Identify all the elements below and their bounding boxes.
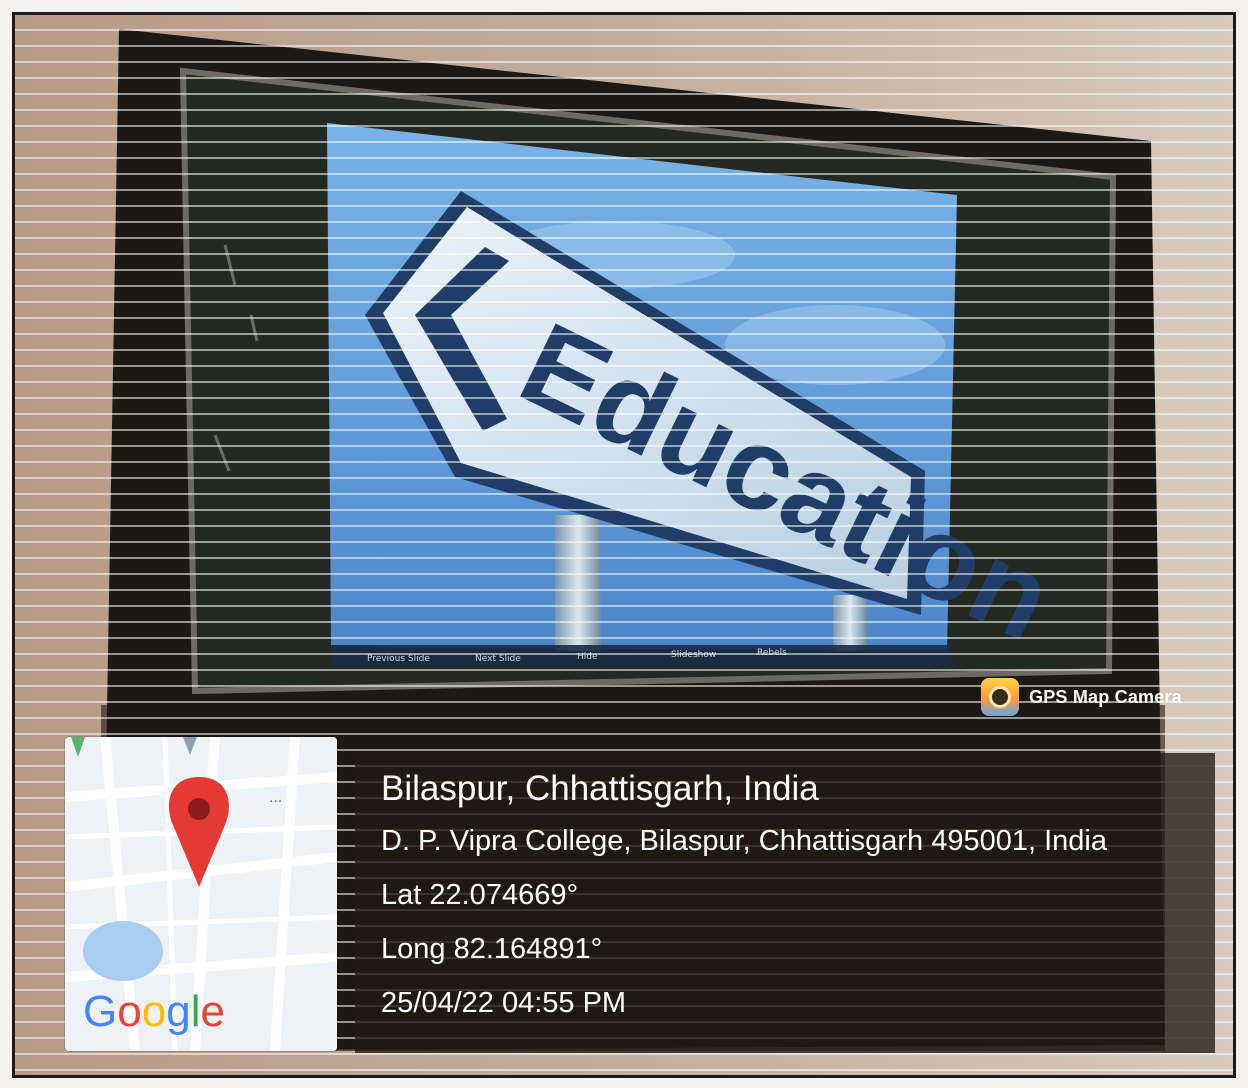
longitude: Long 82.164891° [381, 933, 603, 965]
latitude: Lat 22.074669° [381, 879, 579, 911]
gps-label: GPS Map Camera [1029, 686, 1182, 707]
control-prev: Previous Slide [367, 654, 430, 664]
location-address: D. P. Vipra College, Bilaspur, Chhattisg… [381, 825, 1108, 857]
timestamp: 25/04/22 04:55 PM [381, 987, 627, 1019]
control-rebels: Rebels [757, 648, 787, 658]
location-info: Bilaspur, Chhattisgarh, India D. P. Vipr… [381, 767, 1107, 1039]
control-slideshow: Slideshow [671, 650, 716, 660]
map-thumbnail: ... Google [65, 737, 337, 1051]
photo-frame: Education Previous Slide Next Slide Hide… [12, 12, 1236, 1078]
gps-map-camera-icon [981, 678, 1019, 716]
control-next: Next Slide [475, 654, 521, 664]
google-logo: Google [83, 987, 225, 1036]
control-hide: Hide [577, 652, 598, 662]
camera-lens-icon [989, 686, 1011, 708]
gps-badge: GPS Map Camera [981, 675, 1182, 719]
map-menu-icon: ... [269, 789, 283, 806]
location-title: Bilaspur, Chhattisgarh, India [381, 769, 819, 808]
